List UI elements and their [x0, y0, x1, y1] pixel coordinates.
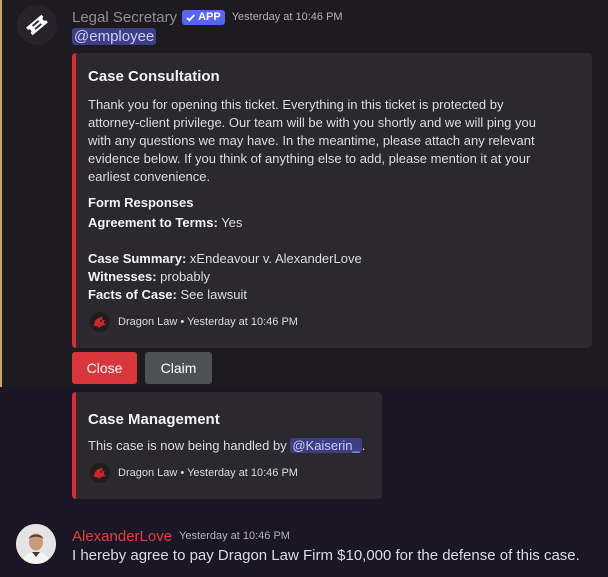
field-value: xEndeavour v. AlexanderLove	[189, 251, 362, 266]
field-agreement: Agreement to Terms: Yes	[88, 214, 242, 232]
dragon-logo-icon	[90, 463, 110, 483]
field-case-summary: Case Summary: xEndeavour v. AlexanderLov…	[88, 250, 362, 268]
field-value: See lawsuit	[180, 287, 247, 302]
person-photo-icon	[16, 524, 56, 564]
app-badge: APP	[182, 9, 225, 25]
field-name: Case Summary:	[88, 251, 187, 266]
field-value: probably	[160, 269, 211, 284]
field-name: Witnesses:	[88, 269, 157, 284]
bot-timestamp: Yesterday at 10:46 PM	[231, 11, 343, 23]
handled-by-text-end: .	[361, 438, 366, 453]
close-button[interactable]: Close	[72, 352, 137, 384]
dragon-logo-icon	[90, 312, 110, 332]
embed-title: Case Management	[88, 411, 220, 428]
case-consultation-embed: Case Consultation Thank you for opening …	[72, 53, 592, 348]
claim-button[interactable]: Claim	[145, 352, 212, 384]
bot-avatar[interactable]	[17, 5, 57, 45]
mention-highlight-bar	[0, 0, 2, 387]
embed-description: This case is now being handled by @Kaise…	[88, 437, 365, 455]
embed-footer-text: Dragon Law • Yesterday at 10:46 PM	[118, 467, 298, 479]
verified-check-icon	[186, 13, 195, 21]
embed-title: Case Consultation	[88, 68, 220, 85]
field-witnesses: Witnesses: probably	[88, 268, 210, 286]
embed-footer: Dragon Law • Yesterday at 10:46 PM	[90, 312, 298, 332]
bot-username[interactable]: Legal Secretary	[72, 9, 177, 26]
field-name: Facts of Case:	[88, 287, 177, 302]
employee-mention-line: @employee	[72, 27, 157, 47]
handled-by-text: This case is now being handled by	[88, 438, 287, 453]
employee-mention[interactable]: @employee	[72, 28, 157, 45]
user-timestamp: Yesterday at 10:46 PM	[179, 530, 290, 542]
field-name: Agreement to Terms:	[88, 215, 218, 230]
case-management-embed: Case Management This case is now being h…	[72, 392, 382, 499]
kaiserin-mention[interactable]: @Kaiserin_	[290, 438, 362, 453]
embed-description: Thank you for opening this ticket. Every…	[88, 97, 536, 184]
bot-message-header: Legal Secretary APP Yesterday at 10:46 P…	[72, 7, 343, 27]
form-responses-heading: Form Responses	[88, 195, 194, 210]
user-message-text: I hereby agree to pay Dragon Law Firm $1…	[72, 547, 580, 564]
ticket-icon	[26, 14, 48, 36]
embed-footer-text: Dragon Law • Yesterday at 10:46 PM	[118, 316, 298, 328]
user-username[interactable]: AlexanderLove	[72, 528, 172, 545]
user-message-header: AlexanderLove Yesterday at 10:46 PM	[72, 526, 290, 546]
app-badge-label: APP	[198, 11, 221, 23]
field-value: Yes	[221, 215, 243, 230]
user-avatar[interactable]	[16, 524, 56, 564]
embed-footer: Dragon Law • Yesterday at 10:46 PM	[90, 463, 298, 483]
field-facts: Facts of Case: See lawsuit	[88, 286, 247, 304]
